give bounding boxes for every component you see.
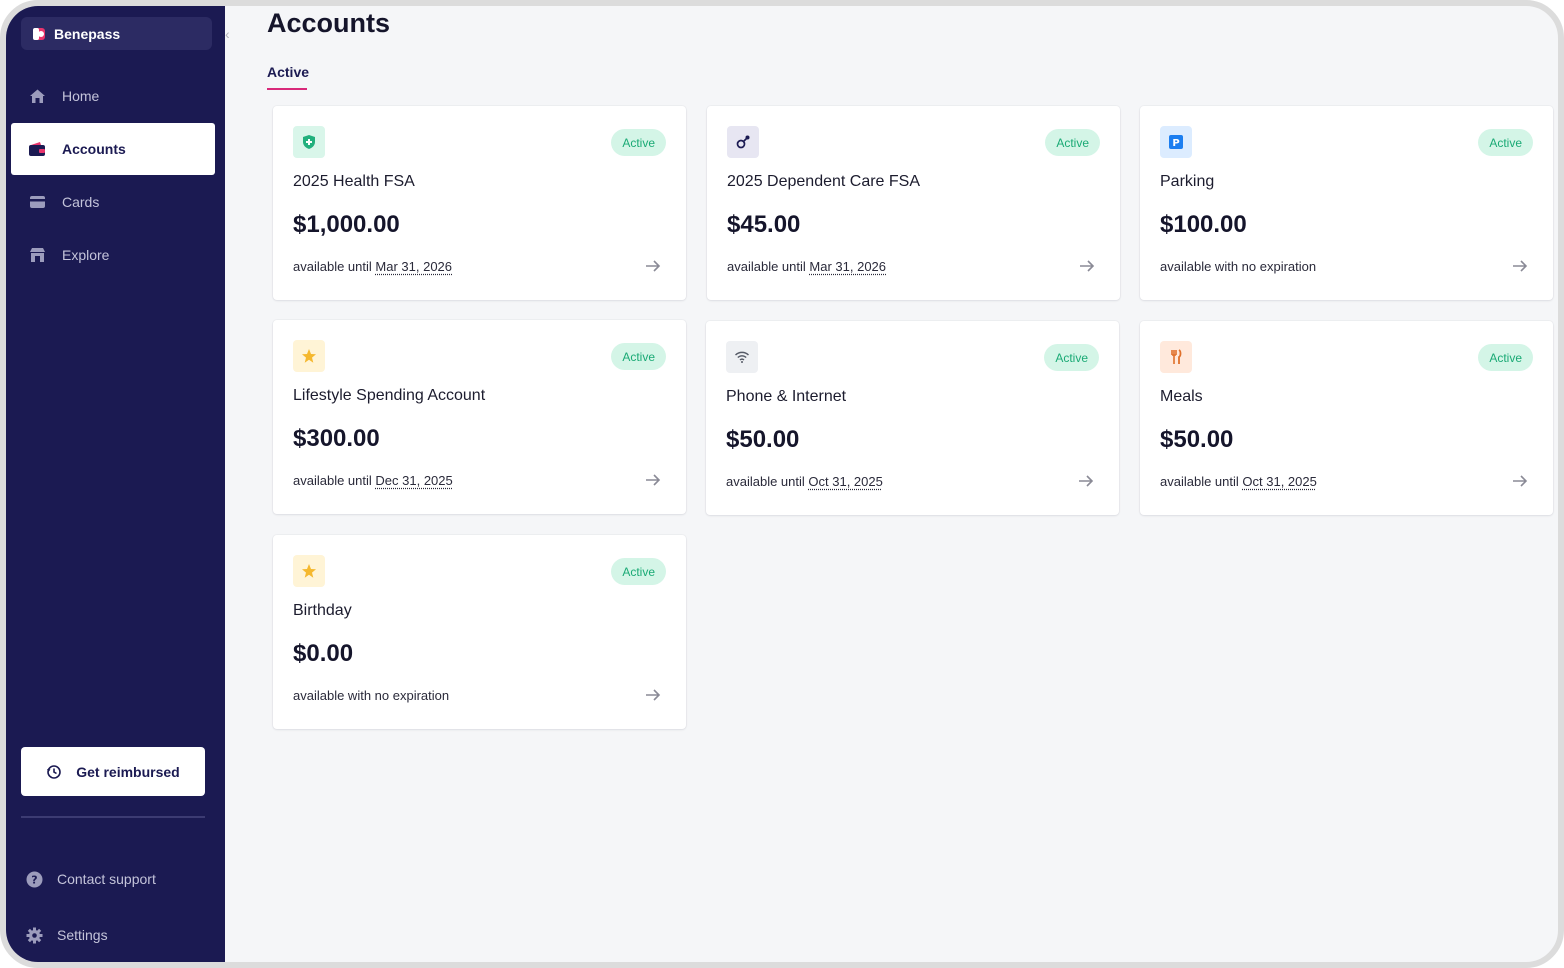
account-name: 2025 Dependent Care FSA: [727, 173, 921, 190]
main-content: Accounts Active Active 2025 Health FSA $…: [225, 6, 1558, 962]
availability-text: available until Dec 31, 2025: [293, 473, 453, 488]
status-badge: Active: [1478, 344, 1533, 371]
arrow-right-icon[interactable]: [644, 257, 662, 275]
sidebar-item-label: Accounts: [62, 141, 126, 157]
account-balance: $50.00: [1160, 426, 1234, 453]
arrow-right-icon[interactable]: [644, 471, 662, 489]
sidebar-item-explore[interactable]: Explore: [11, 229, 215, 281]
arrow-right-icon[interactable]: [1077, 472, 1095, 490]
status-badge: Active: [1478, 129, 1533, 156]
sidebar-item-cards[interactable]: Cards: [11, 176, 215, 228]
expiration-date: Dec 31, 2025: [375, 473, 453, 488]
expiration-date: Mar 31, 2026: [809, 259, 887, 274]
status-badge: Active: [611, 558, 666, 585]
availability-text: available until Oct 31, 2025: [1160, 474, 1317, 489]
account-balance: $0.00: [293, 640, 354, 667]
contact-support-label: Contact support: [57, 871, 156, 887]
sidebar-item-label: Home: [62, 88, 100, 104]
availability-prefix: available with no expiration: [293, 688, 450, 703]
availability-prefix: available until: [726, 474, 805, 489]
status-badge: Active: [611, 129, 666, 156]
settings-label: Settings: [57, 927, 108, 943]
wifi-icon: [726, 341, 758, 373]
availability-prefix: available until: [1160, 474, 1239, 489]
account-name: Meals: [1160, 388, 1203, 405]
account-card[interactable]: Active 2025 Health FSA $1,000.00 availab…: [273, 106, 686, 300]
arrow-right-icon[interactable]: [644, 686, 662, 704]
sidebar-item-accounts[interactable]: Accounts: [11, 123, 215, 175]
brand-name: Benepass: [54, 25, 121, 42]
utensils-icon: [1160, 341, 1192, 373]
get-reimbursed-button[interactable]: Get reimbursed: [21, 747, 205, 796]
expiration-date: Oct 31, 2025: [808, 474, 883, 489]
arrow-right-icon[interactable]: [1078, 257, 1096, 275]
account-balance: $1,000.00: [293, 211, 400, 238]
gear-icon: [26, 927, 43, 943]
wallet-icon: [27, 139, 47, 159]
account-card[interactable]: Active Lifestyle Spending Account $300.0…: [273, 320, 686, 514]
home-icon: [27, 86, 47, 106]
account-name: Parking: [1160, 173, 1215, 190]
contact-support-link[interactable]: ? Contact support: [26, 867, 156, 891]
availability-text: available with no expiration: [1160, 259, 1316, 274]
account-balance: $100.00: [1160, 211, 1247, 238]
expiration-date: Mar 31, 2026: [375, 259, 453, 274]
star-icon: [293, 340, 325, 372]
brand-switcher[interactable]: Benepass: [21, 17, 212, 50]
app-window: Benepass Home Accounts Cards Explore Get…: [0, 0, 1564, 968]
sidebar-divider: [21, 816, 205, 818]
sidebar: Benepass Home Accounts Cards Explore Get…: [6, 6, 225, 962]
tab-active[interactable]: Active: [267, 64, 309, 80]
account-name: Birthday: [293, 602, 352, 619]
parking-icon: P: [1160, 126, 1192, 158]
availability-prefix: available until: [293, 259, 372, 274]
settings-link[interactable]: Settings: [26, 923, 108, 947]
account-card[interactable]: Active Phone & Internet $50.00 available…: [706, 321, 1119, 515]
tab-active-indicator: [267, 88, 307, 90]
account-name: Phone & Internet: [726, 388, 847, 405]
account-name: Lifestyle Spending Account: [293, 387, 486, 404]
arrow-right-icon[interactable]: [1511, 257, 1529, 275]
account-balance: $45.00: [727, 211, 801, 238]
availability-text: available until Oct 31, 2025: [726, 474, 883, 489]
availability-text: available with no expiration: [293, 688, 449, 703]
availability-prefix: available until: [293, 473, 372, 488]
account-card[interactable]: Active 2025 Dependent Care FSA $45.00 av…: [707, 106, 1120, 300]
availability-text: available until Mar 31, 2026: [293, 259, 452, 274]
account-balance: $50.00: [726, 426, 800, 453]
help-icon: ?: [26, 871, 43, 887]
star-icon: [293, 555, 325, 587]
account-balance: $300.00: [293, 425, 380, 452]
pacifier-icon: [727, 126, 759, 158]
status-badge: Active: [611, 343, 666, 370]
svg-text:P: P: [1172, 138, 1179, 149]
account-card[interactable]: Active Meals $50.00 available until Oct …: [1140, 321, 1553, 515]
availability-prefix: available until: [727, 259, 806, 274]
shield-plus-icon: [293, 126, 325, 158]
reimburse-label: Get reimbursed: [76, 763, 180, 780]
reimburse-history-icon: [47, 764, 62, 779]
svg-text:?: ?: [31, 873, 37, 886]
availability-text: available until Mar 31, 2026: [727, 259, 886, 274]
expiration-date: Oct 31, 2025: [1242, 474, 1317, 489]
card-icon: [27, 192, 47, 212]
benepass-logo-icon: [33, 27, 45, 40]
account-card[interactable]: Active Birthday $0.00 available with no …: [273, 535, 686, 729]
status-badge: Active: [1045, 129, 1100, 156]
status-badge: Active: [1044, 344, 1099, 371]
availability-prefix: available with no expiration: [1160, 259, 1317, 274]
arrow-right-icon[interactable]: [1511, 472, 1529, 490]
sidebar-item-label: Cards: [62, 194, 100, 210]
store-icon: [27, 245, 47, 265]
account-card[interactable]: P Active Parking $100.00 available with …: [1140, 106, 1553, 300]
sidebar-item-home[interactable]: Home: [11, 70, 215, 122]
sidebar-item-label: Explore: [62, 247, 110, 263]
account-name: 2025 Health FSA: [293, 173, 415, 190]
page-title: Accounts: [267, 8, 391, 38]
